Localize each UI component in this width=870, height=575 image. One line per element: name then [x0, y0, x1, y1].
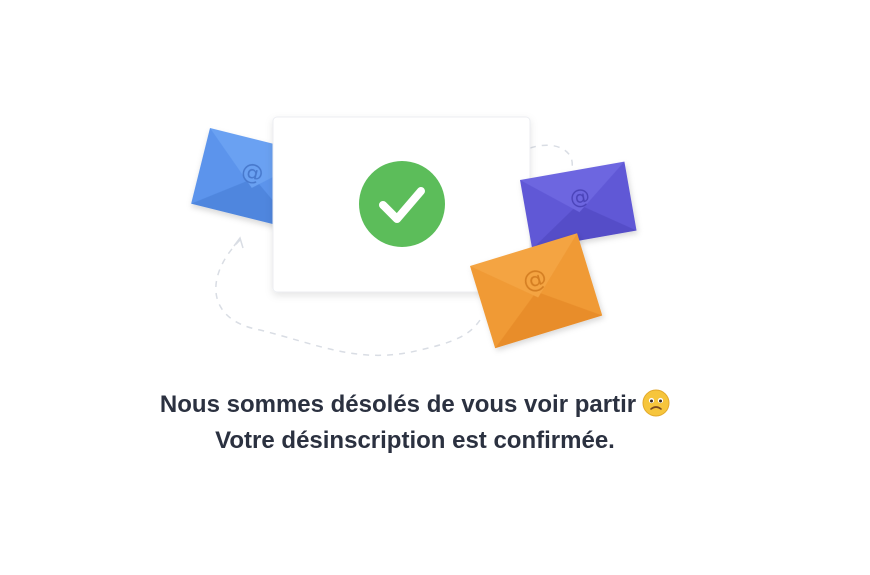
- goodbye-message: Nous sommes désolés de vous voir partir: [0, 388, 830, 427]
- goodbye-text: Nous sommes désolés de vous voir partir: [159, 391, 637, 418]
- unsubscribe-confirmation-page: @ @ @ Nous sommes désolés de vous voir p…: [0, 0, 870, 575]
- confirmation-illustration: @ @ @: [191, 116, 637, 357]
- sad-face-icon: [642, 389, 670, 427]
- arrow-head-decoration: [233, 236, 244, 249]
- svg-text:@: @: [568, 183, 592, 210]
- dashed-path-decoration: [529, 144, 573, 169]
- envelope-icon-purple: @: [520, 161, 637, 249]
- unsubscribe-confirmed-message: Votre désinscription est confirmée.: [215, 427, 615, 454]
- check-icon: [359, 161, 445, 247]
